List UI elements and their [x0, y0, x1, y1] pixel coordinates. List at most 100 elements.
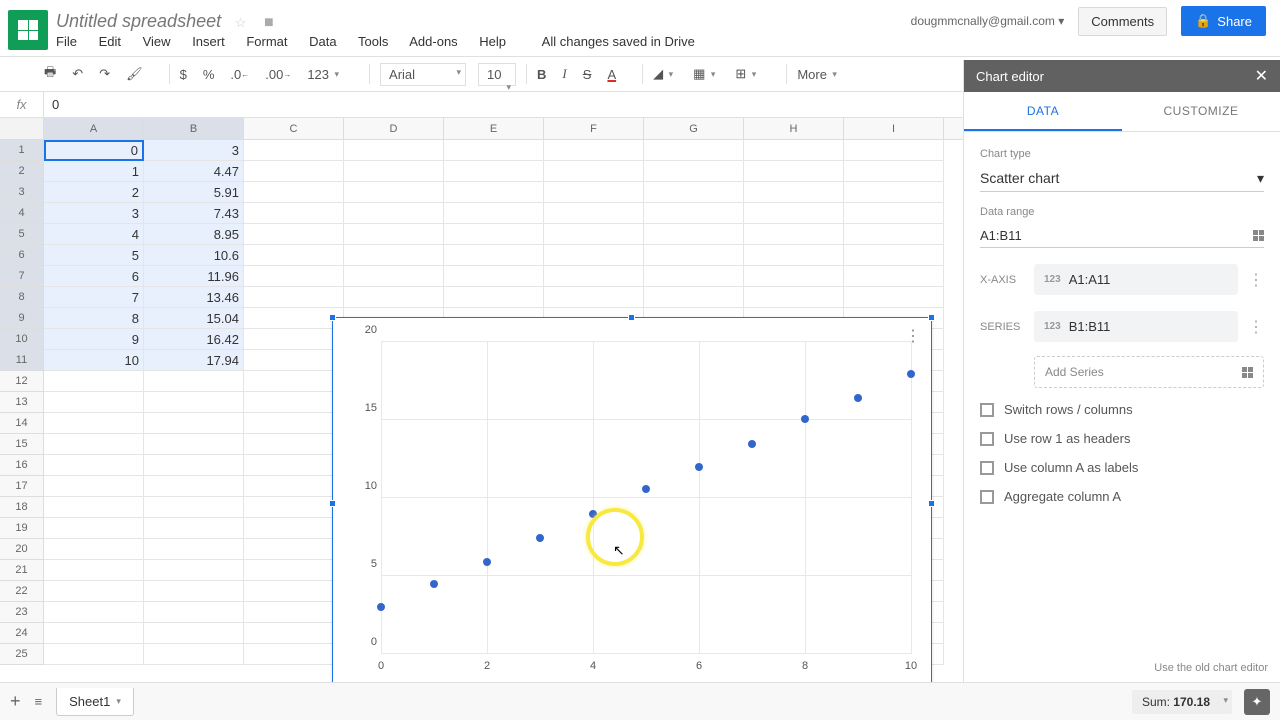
cell[interactable] — [144, 560, 244, 581]
cell[interactable] — [744, 140, 844, 161]
row-header[interactable]: 7 — [0, 266, 44, 287]
select-all-corner[interactable] — [0, 118, 44, 139]
cell[interactable]: 3 — [144, 140, 244, 161]
quick-sum[interactable]: Sum: 170.18 — [1132, 690, 1232, 714]
app-logo[interactable] — [8, 10, 48, 50]
resize-handle-e[interactable] — [928, 500, 935, 507]
cell[interactable] — [444, 224, 544, 245]
explore-button[interactable]: ✦ — [1244, 689, 1270, 715]
col-header-b[interactable]: B — [144, 118, 244, 139]
cell[interactable]: 5.91 — [144, 182, 244, 203]
cell[interactable] — [144, 602, 244, 623]
italic-button[interactable]: I — [562, 66, 566, 82]
cell[interactable] — [144, 581, 244, 602]
cell[interactable] — [844, 287, 944, 308]
bold-button[interactable]: B — [537, 67, 546, 82]
data-point[interactable] — [377, 603, 385, 611]
cell[interactable] — [244, 161, 344, 182]
doc-title[interactable]: Untitled spreadsheet — [56, 11, 221, 32]
cell[interactable] — [144, 539, 244, 560]
menu-view[interactable]: View — [143, 34, 171, 49]
cell[interactable] — [44, 539, 144, 560]
cell[interactable]: 8 — [44, 308, 144, 329]
cell[interactable] — [144, 623, 244, 644]
row-header[interactable]: 3 — [0, 182, 44, 203]
row-header[interactable]: 20 — [0, 539, 44, 560]
cell[interactable] — [744, 203, 844, 224]
row-header[interactable]: 23 — [0, 602, 44, 623]
cell[interactable] — [244, 560, 344, 581]
print-icon[interactable]: 🖶 — [44, 63, 56, 85]
row-header[interactable]: 13 — [0, 392, 44, 413]
cell[interactable] — [544, 287, 644, 308]
data-point[interactable] — [589, 510, 597, 518]
cell[interactable] — [744, 266, 844, 287]
col-header-c[interactable]: C — [244, 118, 344, 139]
row-header[interactable]: 25 — [0, 644, 44, 665]
col-header-a[interactable]: A — [44, 118, 144, 139]
cell[interactable]: 15.04 — [144, 308, 244, 329]
menu-format[interactable]: Format — [246, 34, 287, 49]
cell[interactable] — [44, 497, 144, 518]
fx-value[interactable]: 0 — [44, 97, 59, 112]
currency-button[interactable]: $ — [180, 67, 187, 82]
cell[interactable]: 6 — [44, 266, 144, 287]
cell[interactable] — [544, 140, 644, 161]
cell[interactable] — [344, 203, 444, 224]
row-header[interactable]: 5 — [0, 224, 44, 245]
cell[interactable]: 9 — [44, 329, 144, 350]
cell[interactable]: 7 — [44, 287, 144, 308]
cell[interactable] — [244, 140, 344, 161]
comments-button[interactable]: Comments — [1078, 7, 1167, 36]
user-email[interactable]: dougmmcnally@gmail.com ▾ — [911, 14, 1065, 28]
menu-addons[interactable]: Add-ons — [409, 34, 457, 49]
col-header-f[interactable]: F — [544, 118, 644, 139]
cell[interactable] — [244, 287, 344, 308]
cell[interactable] — [744, 161, 844, 182]
number-format-button[interactable]: 123 — [307, 67, 343, 82]
checkbox-aggregate-a[interactable]: Aggregate column A — [980, 489, 1264, 504]
col-header-g[interactable]: G — [644, 118, 744, 139]
font-select[interactable]: Arial — [380, 63, 466, 86]
row-header[interactable]: 2 — [0, 161, 44, 182]
series-menu-icon[interactable]: ⋮ — [1248, 317, 1264, 337]
cell[interactable]: 3 — [44, 203, 144, 224]
cell[interactable] — [544, 245, 644, 266]
cell[interactable]: 5 — [44, 245, 144, 266]
all-sheets-button[interactable]: ≡ — [35, 694, 43, 709]
cell[interactable] — [844, 161, 944, 182]
increase-decimal-button[interactable]: .00→ — [265, 67, 291, 82]
row-header[interactable]: 9 — [0, 308, 44, 329]
cell[interactable] — [44, 581, 144, 602]
cell[interactable] — [644, 182, 744, 203]
cell[interactable] — [444, 287, 544, 308]
text-color-button[interactable]: A — [607, 67, 616, 82]
cell[interactable] — [244, 476, 344, 497]
cell[interactable] — [44, 623, 144, 644]
undo-icon[interactable]: ↶ — [72, 66, 83, 82]
row-header[interactable]: 4 — [0, 203, 44, 224]
cell[interactable] — [344, 266, 444, 287]
cell[interactable]: 4.47 — [144, 161, 244, 182]
cell[interactable] — [244, 371, 344, 392]
row-header[interactable]: 12 — [0, 371, 44, 392]
data-point[interactable] — [642, 485, 650, 493]
cell[interactable] — [344, 287, 444, 308]
col-header-h[interactable]: H — [744, 118, 844, 139]
cell[interactable] — [44, 413, 144, 434]
cell[interactable] — [344, 224, 444, 245]
cell[interactable]: 10.6 — [144, 245, 244, 266]
select-range-icon[interactable] — [1253, 230, 1264, 241]
cell[interactable] — [44, 602, 144, 623]
sheet-tab[interactable]: Sheet1 ▾ — [56, 688, 134, 716]
cell[interactable] — [144, 434, 244, 455]
cell[interactable] — [44, 434, 144, 455]
cell[interactable]: 0 — [44, 140, 144, 161]
data-point[interactable] — [748, 440, 756, 448]
cell[interactable] — [244, 434, 344, 455]
cell[interactable] — [844, 245, 944, 266]
close-icon[interactable]: ✕ — [1255, 66, 1268, 86]
data-point[interactable] — [695, 463, 703, 471]
cell[interactable] — [244, 392, 344, 413]
data-point[interactable] — [801, 415, 809, 423]
